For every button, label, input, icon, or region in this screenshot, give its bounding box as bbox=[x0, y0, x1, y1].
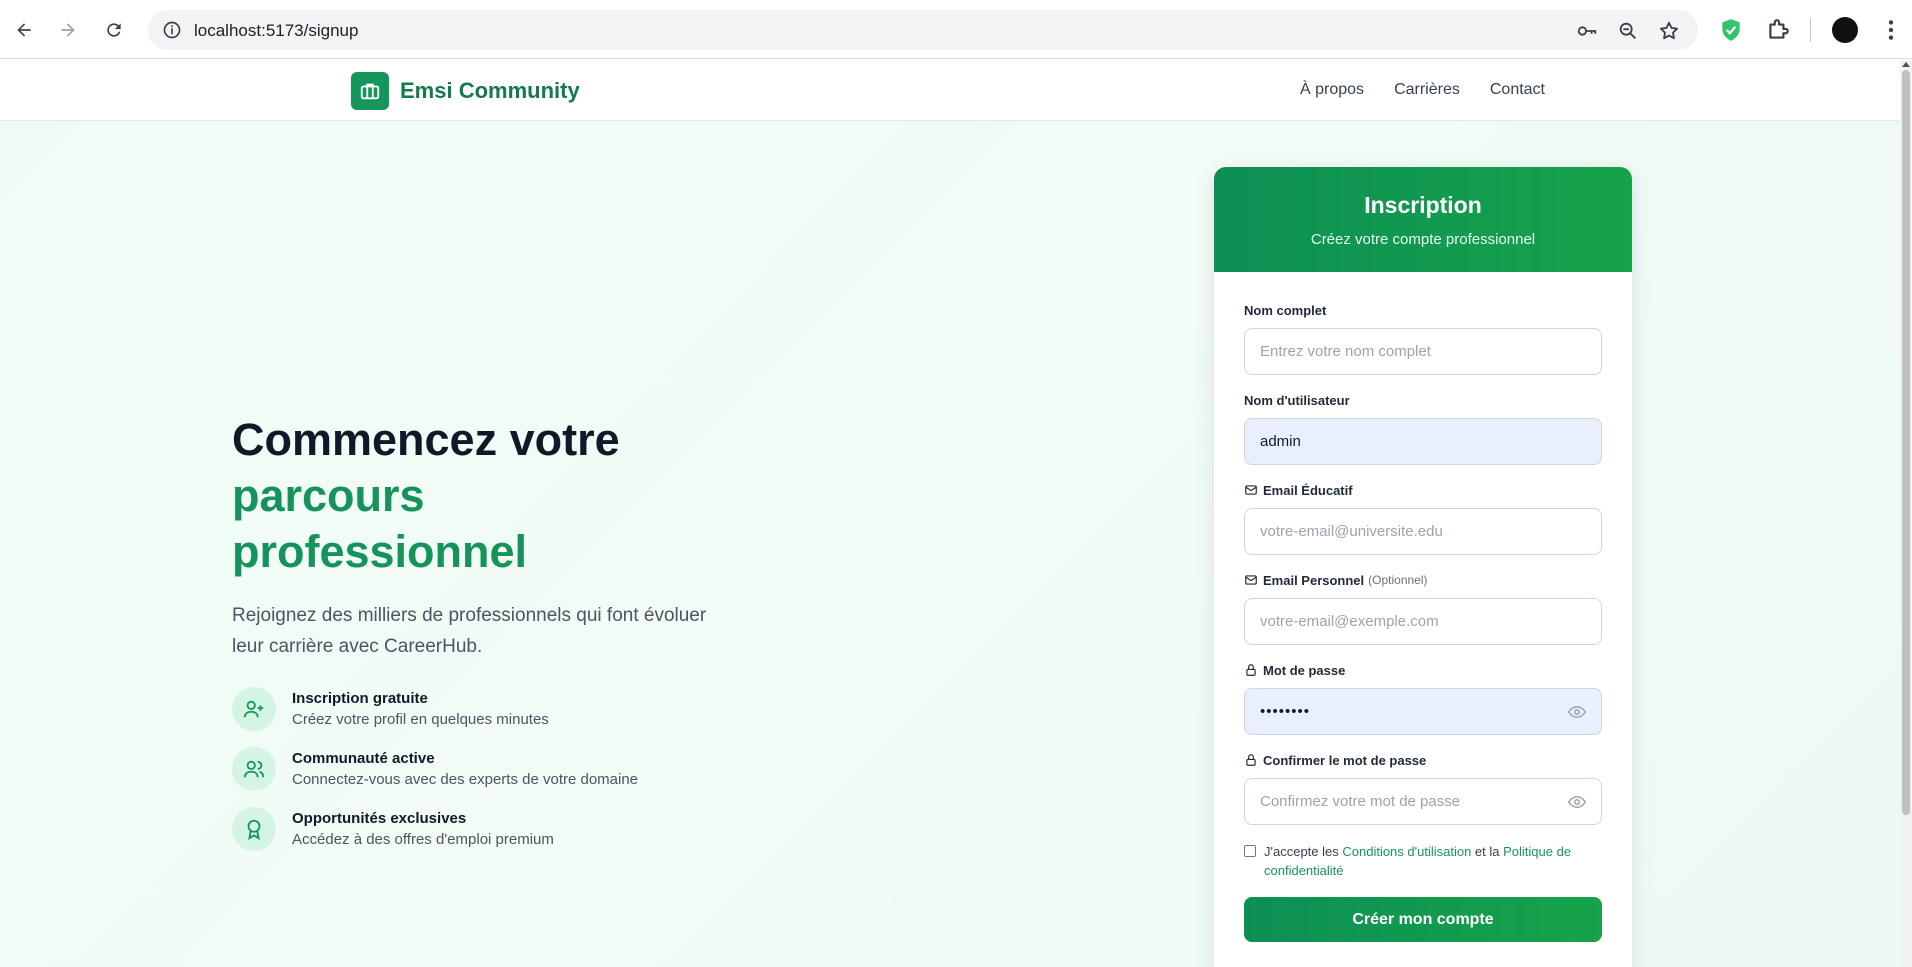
signup-subtitle: Créez votre compte professionnel bbox=[1310, 231, 1536, 248]
mail-icon bbox=[1245, 575, 1257, 585]
back-button[interactable] bbox=[8, 14, 40, 46]
lock-icon bbox=[1246, 664, 1256, 676]
personal-email-placeholder: votre-email@exemple.com bbox=[1260, 613, 1439, 630]
main-nav: À propos Carrières Contact bbox=[1300, 81, 1545, 99]
personal-email-label: Email Personnel bbox=[1263, 572, 1365, 588]
reload-button[interactable] bbox=[98, 14, 130, 46]
eye-icon[interactable] bbox=[1567, 703, 1587, 721]
username-field: Nom d'utilisateur admin bbox=[1244, 392, 1602, 465]
hero-subtitle: Rejoignez des milliers de professionnels… bbox=[232, 605, 707, 657]
password-input[interactable]: •••••••• bbox=[1244, 688, 1602, 735]
scroll-up-arrow-icon[interactable] bbox=[1902, 62, 1910, 67]
feature-list: Inscription gratuite Créez votre profil … bbox=[232, 687, 752, 867]
terms-agreement: J'accepte les Conditions d'utilisation e… bbox=[1244, 842, 1602, 880]
site-info-icon[interactable] bbox=[162, 20, 182, 40]
terms-middle: et la bbox=[1471, 844, 1504, 859]
feature-description: Connectez-vous avec des experts de votre… bbox=[292, 771, 639, 788]
briefcase-icon bbox=[351, 72, 389, 110]
password-label: Mot de passe bbox=[1263, 662, 1346, 678]
scrollbar-thumb[interactable] bbox=[1902, 70, 1910, 815]
full-name-placeholder: Entrez votre nom complet bbox=[1260, 343, 1431, 360]
reload-icon bbox=[107, 23, 121, 37]
edu-email-field: Email Éducatif votre-email@universite.ed… bbox=[1244, 482, 1602, 555]
feature-title: Opportunités exclusives bbox=[292, 810, 467, 827]
username-input[interactable]: admin bbox=[1244, 418, 1602, 465]
forward-button[interactable] bbox=[52, 14, 84, 46]
address-bar[interactable]: localhost:5173/signup bbox=[148, 10, 1698, 50]
users-icon bbox=[232, 747, 276, 791]
confirm-password-label: Confirmer le mot de passe bbox=[1263, 752, 1427, 768]
signup-title: Inscription bbox=[1364, 192, 1482, 218]
confirm-password-input[interactable]: Confirmez votre mot de passe bbox=[1244, 778, 1602, 825]
bookmark-star-icon[interactable] bbox=[1658, 20, 1680, 42]
full-name-input[interactable]: Entrez votre nom complet bbox=[1244, 328, 1602, 375]
nav-link-careers[interactable]: Carrières bbox=[1394, 81, 1460, 99]
hero-section: Commencez votre parcours professionnel R… bbox=[232, 412, 752, 867]
brand-name: Emsi Community bbox=[400, 78, 580, 103]
extensions-puzzle-icon[interactable] bbox=[1765, 17, 1791, 43]
hero-title: Commencez votre parcours professionnel bbox=[232, 412, 752, 580]
site-header: Emsi Community À propos Carrières Contac… bbox=[0, 60, 1900, 121]
profile-avatar[interactable] bbox=[1832, 17, 1858, 43]
signup-form: Nom complet Entrez votre nom complet Nom… bbox=[1214, 272, 1632, 942]
username-value: admin bbox=[1260, 433, 1301, 450]
feature-title: Communauté active bbox=[292, 750, 435, 767]
hero-title-line2: parcours bbox=[232, 470, 425, 521]
edu-email-input[interactable]: votre-email@universite.edu bbox=[1244, 508, 1602, 555]
personal-email-field: Email Personnel (Optionnel) votre-email@… bbox=[1244, 572, 1602, 645]
feature-title: Inscription gratuite bbox=[292, 690, 428, 707]
lock-icon bbox=[1246, 754, 1256, 766]
confirm-password-field: Confirmer le mot de passe Confirmez votr… bbox=[1244, 752, 1602, 825]
hero-title-line3: professionnel bbox=[232, 526, 528, 577]
nav-link-contact[interactable]: Contact bbox=[1490, 81, 1545, 99]
page-scrollbar[interactable] bbox=[1900, 60, 1912, 967]
username-label: Nom d'utilisateur bbox=[1244, 392, 1350, 408]
hero-title-line1: Commencez votre bbox=[232, 414, 620, 465]
personal-email-input[interactable]: votre-email@exemple.com bbox=[1244, 598, 1602, 645]
zoom-icon[interactable] bbox=[1617, 20, 1639, 42]
browser-toolbar: localhost:5173/signup bbox=[0, 0, 1912, 59]
signup-page: Emsi Community À propos Carrières Contac… bbox=[0, 60, 1900, 967]
menu-dots-icon[interactable] bbox=[1878, 17, 1904, 43]
nav-link-about[interactable]: À propos bbox=[1300, 81, 1364, 99]
feature-item: Communauté active Connectez-vous avec de… bbox=[232, 747, 752, 807]
forward-icon bbox=[61, 23, 75, 37]
optional-tag: (Optionnel) bbox=[1368, 573, 1428, 587]
password-field: Mot de passe •••••••• bbox=[1244, 662, 1602, 735]
brand[interactable]: Emsi Community bbox=[351, 72, 580, 110]
feature-item: Opportunités exclusives Accédez à des of… bbox=[232, 807, 752, 867]
eye-icon[interactable] bbox=[1567, 793, 1587, 811]
user-plus-icon bbox=[232, 687, 276, 731]
terms-prefix: J'accepte les bbox=[1264, 844, 1343, 859]
feature-description: Créez votre profil en quelques minutes bbox=[292, 711, 549, 728]
signup-card: Inscription Créez votre compte professio… bbox=[1214, 167, 1632, 967]
edu-email-placeholder: votre-email@universite.edu bbox=[1260, 523, 1443, 540]
password-masked-value: •••••••• bbox=[1260, 703, 1311, 720]
password-key-icon[interactable] bbox=[1576, 20, 1598, 42]
back-icon bbox=[17, 23, 31, 37]
signup-card-header: Inscription Créez votre compte professio… bbox=[1214, 167, 1632, 272]
confirm-password-placeholder: Confirmez votre mot de passe bbox=[1260, 793, 1461, 810]
terms-checkbox[interactable] bbox=[1244, 845, 1256, 857]
mail-icon bbox=[1245, 485, 1257, 495]
url-text: localhost:5173/signup bbox=[194, 21, 359, 40]
shield-extension-icon[interactable] bbox=[1718, 17, 1744, 43]
full-name-field: Nom complet Entrez votre nom complet bbox=[1244, 302, 1602, 375]
terms-link[interactable]: Conditions d'utilisation bbox=[1342, 844, 1471, 859]
award-icon bbox=[232, 807, 276, 851]
full-name-label: Nom complet bbox=[1244, 302, 1327, 318]
feature-description: Accédez à des offres d'emploi premium bbox=[292, 831, 554, 848]
feature-item: Inscription gratuite Créez votre profil … bbox=[232, 687, 752, 747]
toolbar-divider bbox=[1810, 18, 1811, 42]
edu-email-label: Email Éducatif bbox=[1263, 482, 1353, 498]
create-account-button[interactable]: Créer mon compte bbox=[1244, 897, 1602, 942]
